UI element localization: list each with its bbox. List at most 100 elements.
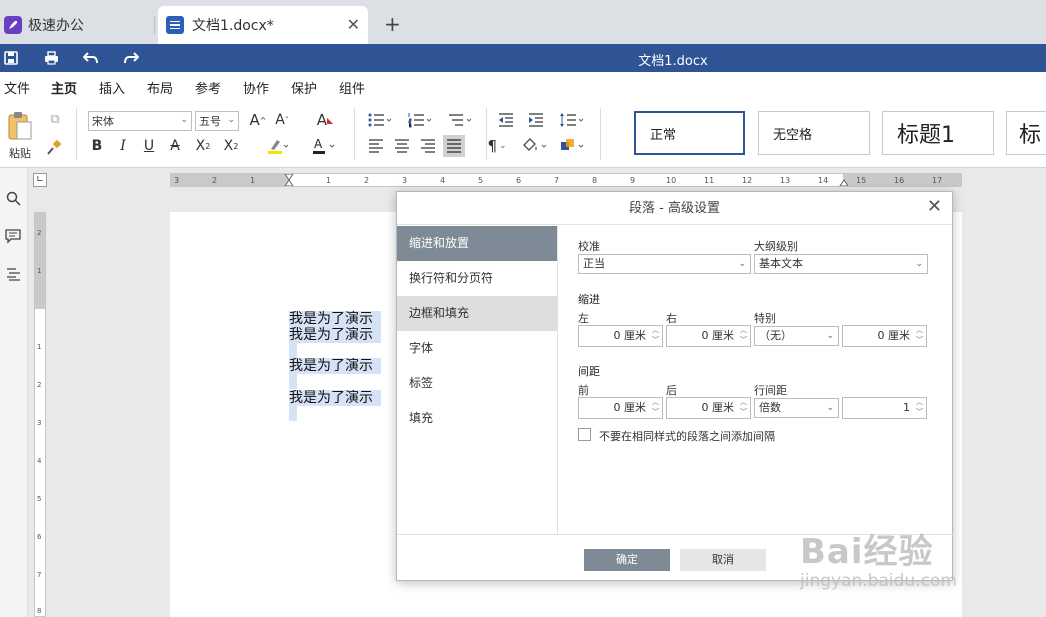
menu-insert[interactable]: 插入 <box>99 78 125 97</box>
svg-text:2: 2 <box>37 381 41 389</box>
nav-font[interactable]: 字体 <box>397 331 557 366</box>
special-indent-amount-input[interactable]: 0 厘米 ︿ ﹀ <box>842 325 927 347</box>
font-size-select[interactable]: 五号 ⌄ <box>195 111 239 131</box>
navigation-icon[interactable] <box>3 264 23 284</box>
line-spacing-amount-input[interactable]: 1 ︿ ﹀ <box>842 397 927 419</box>
line-spacing-select[interactable]: 倍数 ⌄ <box>754 398 839 418</box>
style-heading-2[interactable]: 标 <box>1006 111 1046 155</box>
justify-icon[interactable] <box>443 135 465 157</box>
spacing-after-input[interactable]: 0 厘米 ︿ ﹀ <box>666 397 751 419</box>
line-spacing-amount: 1 <box>903 401 910 414</box>
alignment-value: 正当 <box>583 257 605 270</box>
horizontal-ruler[interactable]: 321 123 456 789 10 11 12 13 14 15 16 17 <box>170 173 962 187</box>
comment-icon[interactable] <box>3 226 23 246</box>
strikethrough-icon[interactable]: A <box>166 136 184 156</box>
copy-icon[interactable]: ⧉ <box>46 110 64 128</box>
tab-app-label: 极速办公 <box>28 18 84 34</box>
shrink-font-icon[interactable]: Aˇ <box>272 110 292 130</box>
document-line[interactable]: 我是为了演示 <box>289 358 381 374</box>
search-icon[interactable] <box>3 188 23 208</box>
subscript-icon[interactable]: X2 <box>220 136 242 156</box>
svg-text:8: 8 <box>37 607 41 615</box>
align-center-icon[interactable] <box>392 136 412 156</box>
spinner-icon[interactable]: ︿ ﹀ <box>916 325 923 345</box>
menu-collaborate[interactable]: 协作 <box>243 78 269 97</box>
align-left-icon[interactable] <box>366 136 386 156</box>
nav-line-page-breaks[interactable]: 换行符和分页符 <box>397 261 557 296</box>
outline-level-select[interactable]: 基本文本 ⌄ <box>754 254 928 274</box>
alignment-select[interactable]: 正当 ⌄ <box>578 254 751 274</box>
dialog-nav: 缩进和放置 换行符和分页符 边框和填充 字体 标签 填充 <box>397 226 558 534</box>
clear-format-icon[interactable]: A ◣ <box>314 110 336 130</box>
left-sidebar <box>0 168 28 617</box>
decrease-indent-icon[interactable] <box>496 110 516 130</box>
spacing-after-label: 后 <box>666 384 677 397</box>
outline-level-value: 基本文本 <box>759 257 803 270</box>
close-icon[interactable]: ✕ <box>927 196 942 217</box>
right-indent-input[interactable]: 0 厘米 ︿ ﹀ <box>666 325 751 347</box>
cancel-button[interactable]: 取消 <box>680 549 766 571</box>
svg-text:9: 9 <box>630 176 635 185</box>
multilevel-list-icon[interactable] <box>446 110 474 130</box>
spacing-before-input[interactable]: 0 厘米 ︿ ﹀ <box>578 397 663 419</box>
document-line[interactable]: 我是为了演示 <box>289 327 381 343</box>
highlight-color-icon[interactable] <box>262 136 292 156</box>
dialog-title: 段落 - 高级设置 <box>397 192 952 225</box>
left-indent-input[interactable]: 0 厘米 ︿ ﹀ <box>578 325 663 347</box>
menu-file[interactable]: 文件 <box>4 78 30 97</box>
no-spacing-same-style-checkbox[interactable] <box>578 428 591 441</box>
tab-document[interactable]: 文档1.docx* ✕ <box>158 6 368 44</box>
tab-app-home[interactable]: 极速办公 <box>0 6 152 44</box>
menu-layout[interactable]: 布局 <box>147 78 173 97</box>
spinner-icon[interactable]: ︿ ﹀ <box>652 397 659 417</box>
increase-indent-icon[interactable] <box>526 110 546 130</box>
menu-plugins[interactable]: 组件 <box>339 78 365 97</box>
close-tab-icon[interactable]: ✕ <box>347 15 360 34</box>
spinner-icon[interactable]: ︿ ﹀ <box>652 325 659 345</box>
menu-home[interactable]: 主页 <box>51 78 78 103</box>
font-name-select[interactable]: 宋体 ⌄ <box>88 111 192 131</box>
spinner-icon[interactable]: ︿ ﹀ <box>916 397 923 417</box>
indent-group-label: 缩进 <box>578 293 600 306</box>
title-bar: 文档1.docx <box>0 44 1046 72</box>
arrange-icon[interactable] <box>558 136 588 156</box>
menu-protect[interactable]: 保护 <box>291 78 317 97</box>
svg-text:4: 4 <box>440 176 445 185</box>
style-normal[interactable]: 正常 <box>634 111 745 155</box>
nav-padding[interactable]: 填充 <box>397 401 557 436</box>
bullet-list-icon[interactable] <box>366 110 394 130</box>
numbered-list-icon[interactable] <box>406 110 434 130</box>
bold-icon[interactable]: B <box>88 136 106 156</box>
svg-text:4: 4 <box>37 457 42 465</box>
spinner-icon[interactable]: ︿ ﹀ <box>740 397 747 417</box>
tab-stop-selector[interactable]: ∟ <box>33 173 47 187</box>
special-indent-select[interactable]: （无） ⌄ <box>754 326 839 346</box>
shading-icon[interactable] <box>518 136 550 156</box>
line-spacing-icon[interactable] <box>558 110 586 130</box>
format-painter-icon[interactable] <box>44 139 64 157</box>
superscript-icon[interactable]: X2 <box>192 136 214 156</box>
vertical-ruler[interactable]: 2 1 1 2 3 4 5 6 7 8 <box>34 212 46 617</box>
nav-tabs[interactable]: 标签 <box>397 366 557 401</box>
font-color-icon[interactable]: A <box>308 136 338 156</box>
underline-icon[interactable]: U <box>140 136 158 156</box>
paste-button[interactable] <box>6 110 34 142</box>
grow-font-icon[interactable]: A ^ <box>248 110 268 130</box>
italic-icon[interactable]: I <box>114 136 132 156</box>
ok-button[interactable]: 确定 <box>584 549 670 571</box>
align-right-icon[interactable] <box>418 136 438 156</box>
pilcrow-icon[interactable]: ¶ ⌄ <box>482 136 512 156</box>
font-name-value: 宋体 <box>92 115 114 128</box>
document-line[interactable]: 我是为了演示 <box>289 311 381 327</box>
svg-text:7: 7 <box>37 571 41 579</box>
left-indent-label: 左 <box>578 312 589 325</box>
nav-indents-placement[interactable]: 缩进和放置 <box>397 226 557 261</box>
style-heading-1[interactable]: 标题1 <box>882 111 994 155</box>
new-tab-button[interactable]: + <box>384 12 401 36</box>
document-line[interactable]: 我是为了演示 <box>289 390 381 406</box>
svg-text:A: A <box>314 137 323 151</box>
style-no-spacing[interactable]: 无空格 <box>758 111 870 155</box>
menu-references[interactable]: 参考 <box>195 78 221 97</box>
nav-borders-fill[interactable]: 边框和填充 <box>397 296 557 331</box>
spinner-icon[interactable]: ︿ ﹀ <box>740 325 747 345</box>
